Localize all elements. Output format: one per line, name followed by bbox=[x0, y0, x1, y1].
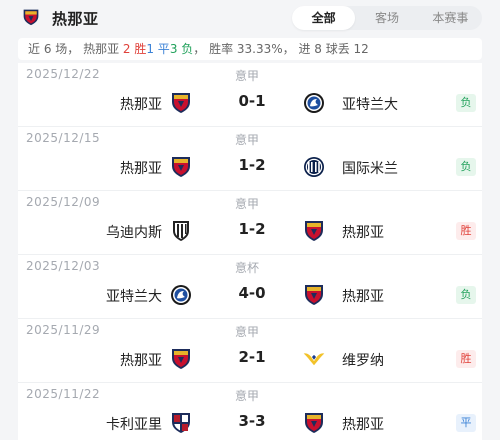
match-date: 2025/12/22 bbox=[26, 67, 101, 81]
away-team-name: 维罗纳 bbox=[342, 353, 384, 369]
home-team-name: 热那亚 bbox=[120, 353, 162, 369]
result-badge: 平 bbox=[456, 414, 476, 432]
tab-this-competition[interactable]: 本赛事 bbox=[419, 6, 482, 30]
match-competition: 意甲 bbox=[235, 389, 260, 403]
genoa-crest-icon bbox=[170, 92, 192, 114]
away-team-name: 国际米兰 bbox=[342, 161, 398, 177]
genoa-crest-icon bbox=[303, 412, 325, 434]
genoa-crest-icon bbox=[303, 220, 325, 242]
summary-losses: 3 负 bbox=[169, 42, 194, 56]
match-score: 0-1 bbox=[238, 92, 266, 110]
genoa-crest-icon bbox=[23, 9, 39, 26]
result-badge: 负 bbox=[456, 94, 476, 112]
inter-crest-icon bbox=[303, 156, 325, 178]
away-team-name: 热那亚 bbox=[342, 225, 384, 241]
match-score: 1-2 bbox=[238, 220, 266, 238]
away-team-name: 热那亚 bbox=[342, 417, 384, 433]
result-badge: 胜 bbox=[456, 222, 476, 240]
home-team-name: 热那亚 bbox=[120, 97, 162, 113]
match-competition: 意甲 bbox=[235, 133, 260, 147]
summary-draws: 1 平 bbox=[146, 42, 170, 56]
summary-prefix: 近 6 场， 热那亚 bbox=[28, 42, 123, 56]
match-score: 3-3 bbox=[238, 412, 266, 430]
match-row[interactable]: 2025/12/22 意甲热那亚 0-1 亚特兰大 负 bbox=[18, 63, 482, 127]
atalanta-crest-icon bbox=[303, 92, 325, 114]
match-row[interactable]: 2025/12/09 意甲乌迪内斯 1-2 热那亚 胜 bbox=[18, 191, 482, 255]
result-badge: 胜 bbox=[456, 350, 476, 368]
match-score: 2-1 bbox=[238, 348, 266, 366]
match-date: 2025/12/15 bbox=[26, 131, 101, 145]
result-badge: 负 bbox=[456, 158, 476, 176]
header: 热那亚 全部 客场 本赛事 bbox=[0, 0, 500, 36]
match-row[interactable]: 2025/12/15 意甲热那亚 1-2 国际米兰 负 bbox=[18, 127, 482, 191]
home-team-name: 卡利亚里 bbox=[106, 417, 162, 433]
match-score: 4-0 bbox=[238, 284, 266, 302]
result-badge: 负 bbox=[456, 286, 476, 304]
recent-form-summary: 近 6 场， 热那亚 2 胜1 平3 负， 胜率 33.33%， 进 8 球丢 … bbox=[18, 38, 482, 60]
away-team-name: 热那亚 bbox=[342, 289, 384, 305]
tab-all[interactable]: 全部 bbox=[292, 6, 356, 30]
match-list: 2025/12/22 意甲 热那亚 0-1 亚特兰大负 2025/12/15 意甲 热那亚 1-… bbox=[18, 63, 482, 440]
genoa-crest-icon bbox=[303, 284, 325, 306]
match-date: 2025/11/29 bbox=[26, 323, 101, 337]
match-competition: 意甲 bbox=[235, 325, 260, 339]
filter-tabs: 全部 客场 本赛事 bbox=[292, 6, 482, 30]
match-competition: 意杯 bbox=[235, 261, 260, 275]
match-row[interactable]: 2025/11/29 意甲热那亚 2-1 维罗纳 胜 bbox=[18, 319, 482, 383]
summary-suffix: ， 胜率 33.33%， 进 8 球丢 12 bbox=[193, 42, 369, 56]
match-date: 2025/11/22 bbox=[26, 387, 101, 401]
match-competition: 意甲 bbox=[235, 69, 260, 83]
home-team-name: 亚特兰大 bbox=[106, 289, 162, 305]
team-title: 热那亚 bbox=[52, 10, 99, 28]
match-date: 2025/12/03 bbox=[26, 259, 101, 273]
match-date: 2025/12/09 bbox=[26, 195, 101, 209]
genoa-crest-icon bbox=[170, 156, 192, 178]
match-competition: 意甲 bbox=[235, 197, 260, 211]
match-row[interactable]: 2025/12/03 意杯亚特兰大 4-0 热那亚 负 bbox=[18, 255, 482, 319]
summary-wins: 2 胜 bbox=[122, 42, 147, 56]
home-team-name: 乌迪内斯 bbox=[106, 225, 162, 241]
atalanta-crest-icon bbox=[170, 284, 192, 306]
genoa-crest-icon bbox=[170, 348, 192, 370]
home-team-name: 热那亚 bbox=[120, 161, 162, 177]
away-team-name: 亚特兰大 bbox=[342, 97, 398, 113]
match-score: 1-2 bbox=[238, 156, 266, 174]
tab-away[interactable]: 客场 bbox=[355, 6, 418, 30]
verona-crest-icon bbox=[303, 348, 325, 370]
match-row[interactable]: 2025/11/22 意甲卡利亚里 3-3 热那亚 平 bbox=[18, 383, 482, 440]
udinese-crest-icon bbox=[170, 220, 192, 242]
cagliari-crest-icon bbox=[170, 412, 192, 434]
